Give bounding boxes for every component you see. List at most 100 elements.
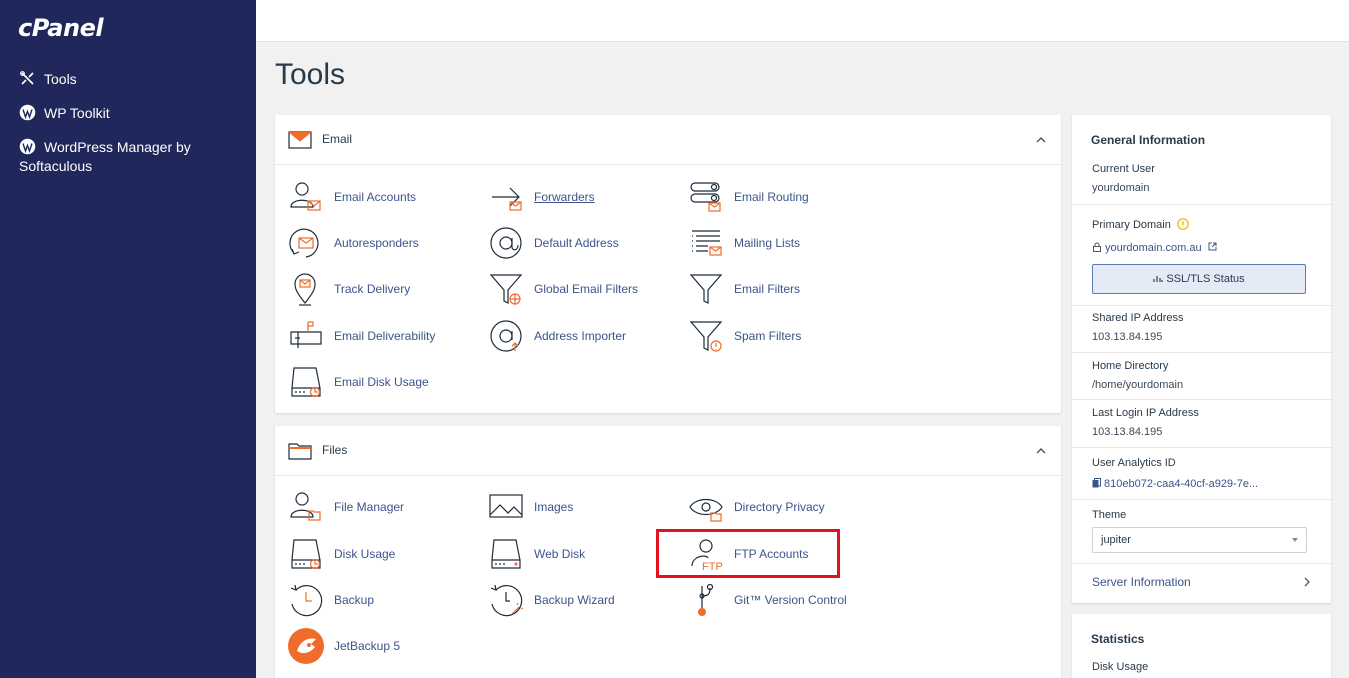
tool-label: Email Filters xyxy=(734,282,801,296)
spam-filters-icon xyxy=(689,321,723,352)
primary-domain-link[interactable]: yourdomain.com.au xyxy=(1092,242,1217,254)
backup-icon xyxy=(290,584,323,617)
general-info-title: General Information xyxy=(1091,133,1206,147)
tool-label: Autoresponders xyxy=(334,236,419,250)
shared-ip-value: 103.13.84.195 xyxy=(1092,331,1163,343)
theme-label: Theme xyxy=(1092,509,1127,521)
cpanel-logo[interactable]: cPanel xyxy=(18,14,104,42)
backup-wizard-icon xyxy=(490,584,524,617)
last-login-ip-label: Last Login IP Address xyxy=(1092,407,1199,419)
copy-icon xyxy=(1092,478,1101,488)
disk-usage-icon xyxy=(291,539,321,570)
forwarders-icon xyxy=(492,187,522,211)
address-importer-icon xyxy=(490,320,522,352)
sidebar-item-label: WordPress Manager by Softaculous xyxy=(19,139,191,174)
files-panel-header[interactable]: Files xyxy=(275,426,1061,476)
shared-ip-label: Shared IP Address xyxy=(1092,312,1184,324)
tool-label: Global Email Filters xyxy=(534,282,639,296)
global-email-filters-icon xyxy=(489,274,523,305)
primary-domain-value: yourdomain.com.au xyxy=(1105,242,1202,254)
tool-label: JetBackup 5 xyxy=(334,639,401,653)
sidebar-item-wordpress-manager[interactable]: WordPress Manager by Softaculous xyxy=(19,138,239,176)
analytics-id-text: 810eb072-caa4-40cf-a929-7e... xyxy=(1104,478,1259,490)
tool-label: Default Address xyxy=(534,236,619,250)
chevron-up-icon[interactable] xyxy=(1035,134,1047,146)
tool-label: Backup Wizard xyxy=(534,593,615,607)
tool-label: Address Importer xyxy=(534,329,627,343)
primary-domain-label: Primary Domain xyxy=(1092,218,1189,231)
disk-usage-stat-label: Disk Usage xyxy=(1092,661,1149,673)
jetbackup-icon xyxy=(288,628,324,664)
info-warning-icon[interactable] xyxy=(1177,218,1189,230)
divider xyxy=(1072,352,1331,353)
tool-label: Track Delivery xyxy=(334,282,411,296)
files-panel-title: Files xyxy=(322,443,348,457)
ssl-tls-status-button[interactable]: SSL/TLS Status xyxy=(1092,264,1306,294)
email-panel-header[interactable]: Email xyxy=(275,115,1061,165)
theme-select-value: jupiter xyxy=(1101,534,1131,546)
email-panel: Email xyxy=(275,115,1061,413)
directory-privacy-icon xyxy=(689,498,723,522)
folder-icon xyxy=(288,443,312,460)
tool-label: Email Deliverability xyxy=(334,329,436,343)
tool-label: Email Routing xyxy=(734,190,809,204)
tool-label: Images xyxy=(534,500,574,514)
theme-select[interactable]: jupiter xyxy=(1092,527,1307,553)
chevron-right-icon[interactable] xyxy=(1303,577,1311,587)
track-delivery-icon xyxy=(294,273,316,306)
page-title: Tools xyxy=(275,58,346,91)
git-icon xyxy=(698,583,714,616)
server-information-link[interactable]: Server Information xyxy=(1092,575,1191,589)
email-filters-icon xyxy=(689,274,723,304)
tool-label: Backup xyxy=(334,593,375,607)
envelope-icon xyxy=(288,131,312,149)
email-accounts-icon xyxy=(290,182,321,211)
tool-label: Git™ Version Control xyxy=(734,593,847,607)
wordpress-icon xyxy=(19,138,36,155)
divider xyxy=(1072,447,1331,448)
sidebar-item-label: Tools xyxy=(44,71,77,87)
divider xyxy=(1072,204,1331,205)
email-panel-title: Email xyxy=(322,132,353,146)
wordpress-icon xyxy=(19,104,36,121)
external-link-icon xyxy=(1208,242,1217,251)
autoresponders-icon xyxy=(289,228,319,258)
sidebar: cPanel Tools WP Toolkit WordPress Manage… xyxy=(0,0,256,678)
statistics-title: Statistics xyxy=(1091,632,1145,646)
email-routing-icon xyxy=(690,182,721,212)
home-directory-label: Home Directory xyxy=(1092,360,1169,372)
tool-label: Spam Filters xyxy=(734,329,802,343)
general-information-panel: General Information Current User yourdom… xyxy=(1072,115,1331,603)
tool-label: File Manager xyxy=(334,500,405,514)
tool-label: Forwarders xyxy=(534,190,595,204)
user-analytics-id-label: User Analytics ID xyxy=(1092,457,1176,469)
chevron-up-icon[interactable] xyxy=(1035,445,1047,457)
home-directory-value: /home/yourdomain xyxy=(1092,379,1184,391)
tool-label: Email Disk Usage xyxy=(334,375,429,389)
primary-domain-label-text: Primary Domain xyxy=(1092,219,1171,231)
tools-icon xyxy=(20,71,34,85)
bar-chart-icon xyxy=(1153,276,1164,282)
divider xyxy=(1072,399,1331,400)
dropdown-caret-icon xyxy=(1292,538,1298,542)
images-icon xyxy=(489,494,523,518)
tool-label: Web Disk xyxy=(534,547,586,561)
sidebar-item-tools[interactable]: Tools xyxy=(19,70,239,89)
mailing-lists-icon xyxy=(692,230,722,256)
sidebar-item-label: WP Toolkit xyxy=(44,105,110,121)
ssl-button-label: SSL/TLS Status xyxy=(1166,273,1245,285)
statistics-panel: Statistics Disk Usage xyxy=(1072,614,1331,678)
sidebar-item-wp-toolkit[interactable]: WP Toolkit xyxy=(19,104,239,123)
current-user-label: Current User xyxy=(1092,163,1155,175)
file-manager-icon xyxy=(290,492,321,521)
last-login-ip-value: 103.13.84.195 xyxy=(1092,426,1163,438)
divider xyxy=(1072,499,1331,500)
default-address-icon xyxy=(490,227,522,259)
web-disk-icon xyxy=(491,539,521,569)
lock-icon xyxy=(1093,242,1101,252)
tool-label: Email Accounts xyxy=(334,190,417,204)
ftp-accounts-highlight xyxy=(656,529,840,578)
user-analytics-id-value[interactable]: 810eb072-caa4-40cf-a929-7e... xyxy=(1092,478,1258,490)
email-disk-usage-icon xyxy=(291,367,321,398)
tool-label: Directory Privacy xyxy=(734,500,825,514)
